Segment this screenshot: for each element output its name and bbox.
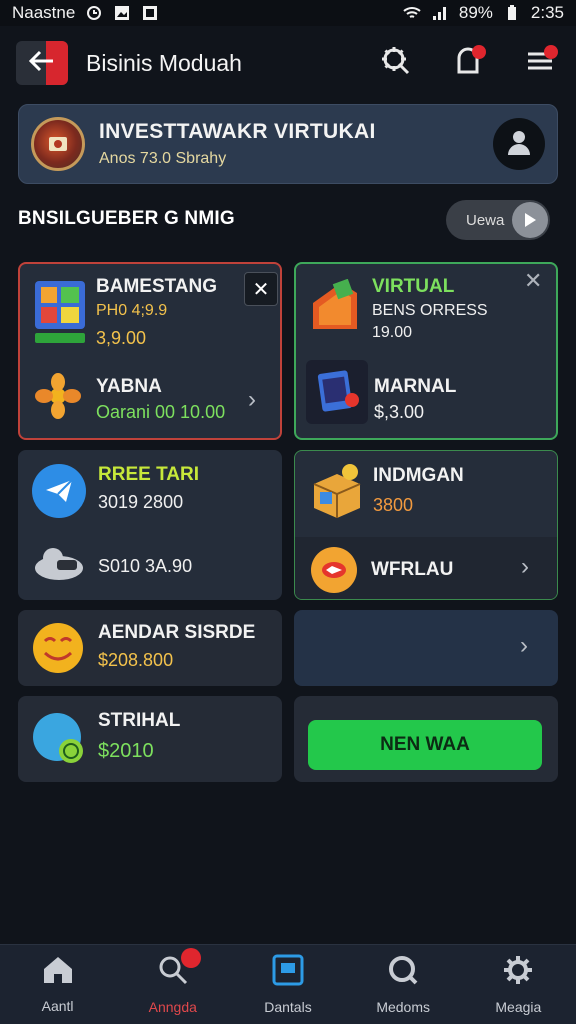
send-icon — [32, 464, 86, 518]
virtual-value: 19.00 — [372, 324, 413, 341]
empty-card[interactable]: › — [294, 610, 558, 686]
close-button[interactable]: ✕ — [244, 272, 278, 306]
new-button-card: NEN WAA — [294, 696, 558, 782]
nav-label-details: Dantals — [264, 999, 312, 1015]
battery-percent: 89% — [458, 3, 493, 22]
back-button[interactable] — [16, 41, 68, 85]
nav-item-medoms[interactable]: Medoms — [353, 954, 453, 1015]
virtual-subtitle: BENS ORRESS — [372, 302, 488, 319]
investment-title: INVESTTAWAKR VIRTUKAI — [99, 120, 376, 143]
investment-logo-icon — [31, 117, 85, 171]
wifi-icon — [403, 4, 421, 22]
view-label: Uewa — [466, 211, 505, 229]
indmgan-value: 3800 — [373, 495, 414, 515]
virtual-title: VIRTUAL — [372, 276, 455, 297]
indmgan-title: INDMGAN — [373, 465, 464, 486]
sooo-value: S010 3A.90 — [98, 556, 193, 576]
square-icon — [272, 954, 304, 991]
investment-card[interactable]: INVESTTAWAKR VIRTUKAI Anos 73.0 Sbrahy — [18, 104, 558, 184]
nav-label-home: Aantl — [41, 998, 74, 1014]
nav-label-medoms: Medoms — [376, 999, 430, 1015]
free-tari-title: RREE TARI — [98, 464, 199, 485]
box-icon — [309, 461, 365, 521]
chart-icon — [310, 278, 362, 334]
nav-item-home[interactable]: Aantl — [8, 955, 108, 1014]
marnal-value: $,3.00 — [374, 402, 425, 422]
coin-icon — [30, 708, 90, 768]
back-icon — [28, 50, 56, 77]
gamestang-title: BAMESTANG — [96, 276, 218, 297]
strihal-value: $2010 — [98, 740, 154, 762]
cloud-icon — [32, 540, 86, 584]
wfrlau-title: WFRLAU — [371, 559, 454, 580]
gamestang-value: 3,9.00 — [96, 328, 147, 348]
strihal-title: STRIHAL — [98, 710, 181, 731]
close-icon: ✕ — [252, 278, 270, 301]
yabna-title: YABNA — [96, 376, 162, 397]
nav-badge — [180, 948, 201, 968]
gallery-icon — [141, 4, 159, 22]
smiley-icon — [30, 620, 86, 676]
chevron-right-icon[interactable]: › — [248, 386, 256, 414]
yabna-subtitle: Oarani 00 10.00 — [96, 402, 226, 422]
virtual-card[interactable]: VIRTUAL BENS ORRESS 19.00 ✕ MARNAL $,3.0… — [294, 262, 558, 440]
indmgan-card[interactable]: INDMGAN 3800 WFRLAU › — [294, 450, 558, 600]
marnal-title: MARNAL — [374, 376, 457, 397]
nav-label-search: Anngda — [148, 999, 197, 1015]
home-icon — [42, 955, 74, 990]
carrier-label: Naastne — [12, 3, 76, 22]
bottom-nav: Aantl Anngda Dantals Medoms Meagia — [0, 944, 576, 1024]
game-icon — [32, 276, 88, 348]
nav-item-settings[interactable]: Meagia — [468, 954, 568, 1015]
view-button[interactable]: Uewa — [446, 200, 550, 240]
aendar-card[interactable]: AENDAR SISRDE $208.800 — [18, 610, 282, 686]
free-tari-card[interactable]: RREE TARI 3019 2800 S010 3A.90 — [18, 450, 282, 600]
free-tari-value: 3019 2800 — [98, 492, 184, 512]
image-icon — [113, 4, 131, 22]
strihal-card[interactable]: STRIHAL $2010 — [18, 696, 282, 782]
play-icon — [512, 202, 548, 238]
sync-icon — [85, 4, 103, 22]
badge-icon — [311, 547, 357, 593]
nav-item-details[interactable]: Dantals — [238, 954, 338, 1015]
search-icon — [387, 954, 419, 991]
section-title: BNSILGUEBER G NMIG — [18, 208, 235, 229]
investment-subtitle: Anos 73.0 Sbrahy — [99, 150, 227, 167]
aendar-value: $208.800 — [98, 650, 174, 670]
close-icon[interactable]: ✕ — [524, 268, 542, 294]
menu-badge — [544, 45, 558, 59]
gear-icon — [380, 45, 412, 82]
clock: 2:35 — [530, 3, 564, 22]
tablet-icon — [306, 360, 368, 424]
battery-icon — [503, 4, 521, 22]
menu-button[interactable] — [520, 43, 560, 83]
avatar[interactable] — [493, 118, 545, 170]
notification-badge — [472, 45, 486, 59]
wfrlau-row[interactable]: WFRLAU › — [295, 537, 557, 599]
gamestang-card[interactable]: BAMESTANG PH0 4;9.9 3,9.00 ✕ YABNA Oaran… — [18, 262, 282, 440]
aendar-title: AENDAR SISRDE — [98, 622, 256, 643]
gear-icon — [502, 954, 534, 991]
status-bar: Naastne 89% 2:35 — [0, 0, 576, 26]
signal-icon — [431, 4, 449, 22]
page-title: Bisinis Moduah — [86, 49, 242, 76]
chevron-right-icon[interactable]: › — [521, 553, 529, 581]
settings-button[interactable] — [376, 43, 416, 83]
chevron-right-icon[interactable]: › — [520, 632, 528, 660]
nav-label-settings: Meagia — [495, 999, 542, 1015]
gamestang-subtitle: PH0 4;9.9 — [96, 302, 168, 319]
app-bar: Bisinis Moduah — [0, 26, 576, 100]
flower-icon — [34, 372, 82, 420]
notification-button[interactable] — [448, 43, 488, 83]
new-button[interactable]: NEN WAA — [308, 720, 542, 770]
user-icon — [506, 128, 532, 161]
nav-item-search[interactable]: Anngda — [123, 948, 223, 1015]
